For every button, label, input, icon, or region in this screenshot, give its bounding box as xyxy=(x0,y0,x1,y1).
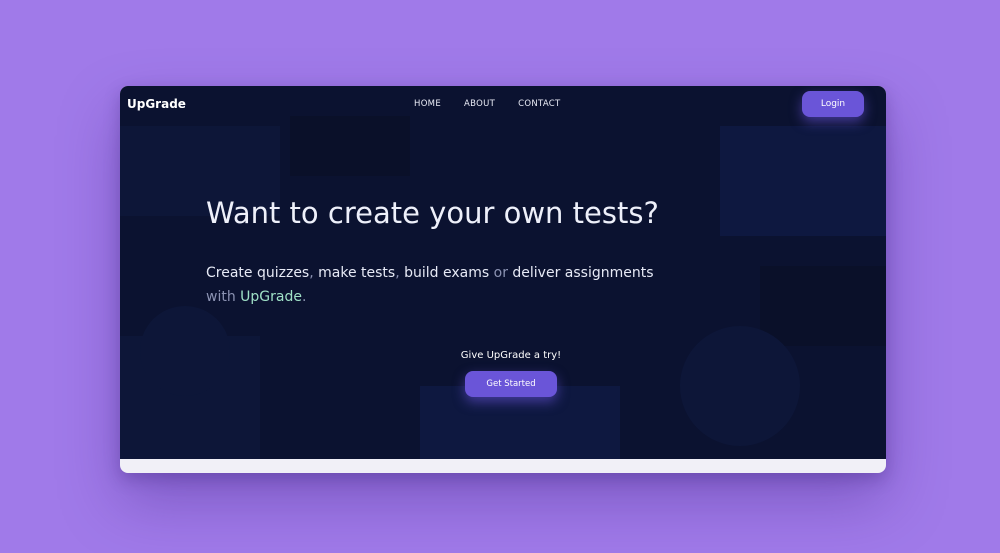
subtext-assignments: deliver assignments xyxy=(512,265,654,281)
nav-link-about[interactable]: ABOUT xyxy=(464,99,495,109)
background-shape xyxy=(760,266,886,346)
subtext-tests: make tests xyxy=(318,265,396,281)
subtext-separator: , xyxy=(395,265,400,281)
background-shape xyxy=(290,116,410,176)
hero-subtext: Create quizzes, make tests, build exams … xyxy=(206,261,726,309)
hero-section: UpGrade HOME ABOUT CONTACT Login Want to… xyxy=(120,86,886,459)
subtext-period: . xyxy=(301,289,307,305)
browser-window: UpGrade HOME ABOUT CONTACT Login Want to… xyxy=(120,86,886,473)
subtext-with: with xyxy=(206,289,236,305)
login-button[interactable]: Login xyxy=(802,91,864,117)
background-shape xyxy=(720,126,886,236)
cta-text: Give UpGrade a try! xyxy=(460,350,562,361)
subtext-quizzes: Create quizzes xyxy=(206,265,310,281)
subtext-conjunction: or xyxy=(493,265,508,281)
get-started-button[interactable]: Get Started xyxy=(465,371,557,397)
background-circle xyxy=(680,326,800,446)
nav-link-contact[interactable]: CONTACT xyxy=(518,99,560,109)
nav-link-home[interactable]: HOME xyxy=(414,99,441,109)
subtext-brand: UpGrade xyxy=(240,289,302,305)
hero-headline: Want to create your own tests? xyxy=(206,196,659,230)
subtext-separator: , xyxy=(309,265,314,281)
subtext-exams: build exams xyxy=(404,265,490,281)
brand-logo[interactable]: UpGrade xyxy=(127,97,186,111)
main-nav: HOME ABOUT CONTACT xyxy=(414,99,561,109)
